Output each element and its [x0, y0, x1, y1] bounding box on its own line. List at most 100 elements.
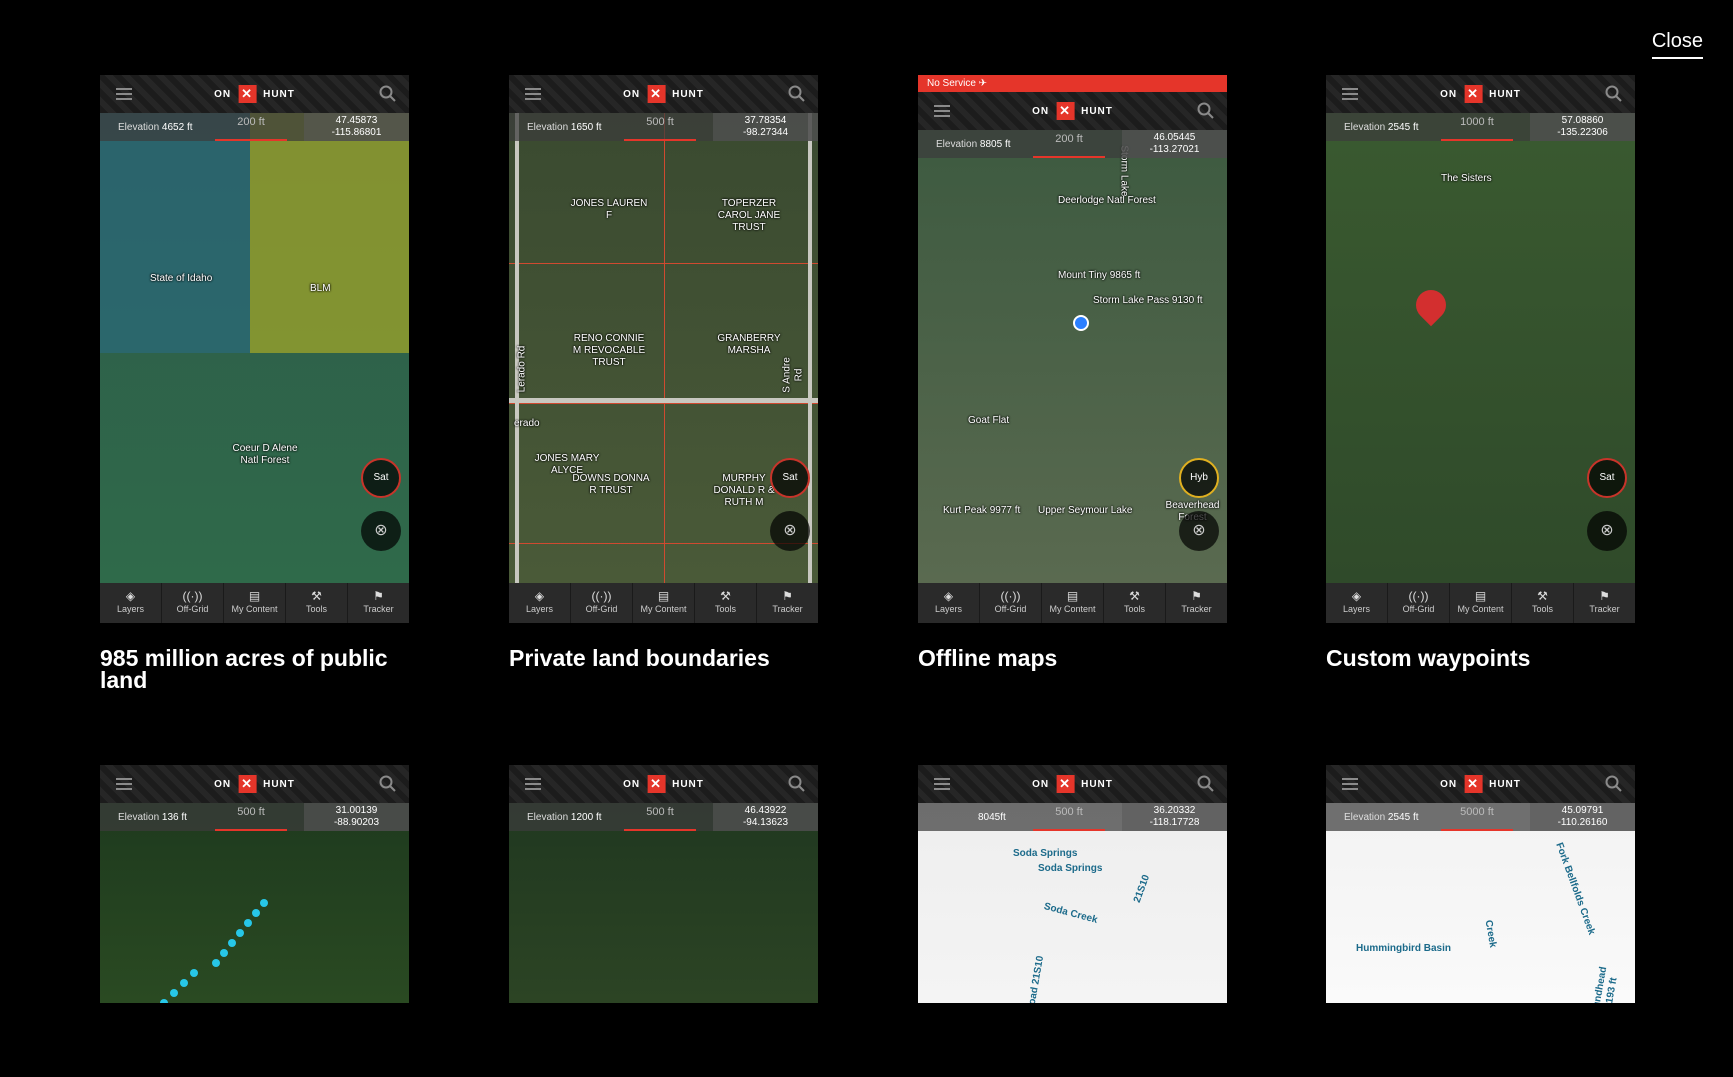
- map-view[interactable]: [100, 803, 409, 1003]
- coordinates-readout[interactable]: 47.45873 -115.86801: [304, 113, 409, 141]
- tab-layers[interactable]: ◈ Layers: [509, 583, 571, 623]
- map-scale: 200 ft: [1033, 130, 1105, 158]
- feature-card[interactable]: ON ✕ HUNT Soda Springs Soda Springs Soda Cree…: [918, 765, 1227, 1003]
- folder-icon: ▤: [1474, 589, 1487, 603]
- elevation-readout: Elevation 2545 ft: [1344, 812, 1419, 823]
- search-icon[interactable]: [1197, 775, 1215, 793]
- coordinates-readout[interactable]: 46.05445 -113.27021: [1122, 130, 1227, 158]
- map-view[interactable]: Hummingbird BasinHummingbird Peak 10010 …: [1326, 803, 1635, 1003]
- tracker-icon: ⚑: [1191, 589, 1202, 603]
- feature-caption: 985 million acres of public land: [100, 645, 388, 693]
- map-view[interactable]: Executive Acres Rd: [509, 803, 818, 1003]
- menu-icon[interactable]: [525, 778, 541, 790]
- map-view[interactable]: Soda Springs Soda Springs Soda Creek 21S10 R…: [918, 803, 1227, 1003]
- menu-icon[interactable]: [934, 778, 950, 790]
- phone-screenshot: ON ✕ HUNT State of Idaho BLM Coeur D Alene Na…: [100, 75, 409, 623]
- map-view[interactable]: Storm Lake Deerlodge Natl Forest Mount Tin…: [918, 130, 1227, 583]
- bottom-tab-bar: ◈ Layers ((·)) Off-Grid ▤ My Content ⚒ Tools ⚑ Tr…: [918, 583, 1227, 623]
- phone-screenshot: ON ✕ HUNT The Sisters Sat ⊗ Elevation 2545 ft 1…: [1326, 75, 1635, 623]
- locate-icon[interactable]: ⊗: [1179, 511, 1219, 551]
- tab-my-content[interactable]: ▤ My Content: [1042, 583, 1104, 623]
- tab-tracker[interactable]: ⚑ Tracker: [757, 583, 818, 623]
- tab-off-grid[interactable]: ((·)) Off-Grid: [162, 583, 224, 623]
- bottom-tab-bar: ◈ Layers ((·)) Off-Grid ▤ My Content ⚒ Tools ⚑ Tr…: [509, 583, 818, 623]
- menu-icon[interactable]: [525, 88, 541, 100]
- tab-my-content[interactable]: ▤ My Content: [633, 583, 695, 623]
- coordinates-readout[interactable]: 37.78354 -98.27344: [713, 113, 818, 141]
- locate-icon[interactable]: ⊗: [770, 511, 810, 551]
- tab-off-grid[interactable]: ((·)) Off-Grid: [980, 583, 1042, 623]
- coordinates-readout[interactable]: 31.00139 -88.90203: [304, 803, 409, 831]
- feature-card[interactable]: ON ✕ HUNT The Sisters Sat ⊗ Elevation 2545 ft 1…: [1326, 75, 1635, 671]
- tab-off-grid[interactable]: ((·)) Off-Grid: [1388, 583, 1450, 623]
- tab-tools[interactable]: ⚒ Tools: [286, 583, 348, 623]
- elevation-info-bar: Elevation 136 ft 500 ft 31.00139 -88.90203: [100, 803, 409, 831]
- search-icon[interactable]: [788, 85, 806, 103]
- feature-card[interactable]: ON ✕ HUNT State of Idaho BLM Coeur D Alene Na…: [100, 75, 409, 693]
- map-scale: 500 ft: [624, 113, 696, 141]
- tab-tools[interactable]: ⚒ Tools: [1104, 583, 1166, 623]
- close-button[interactable]: Close: [1651, 30, 1703, 59]
- onx-hunt-logo: ON ✕ HUNT: [1440, 85, 1521, 103]
- app-header: ON ✕ HUNT: [1326, 75, 1635, 113]
- map-label: Deerlodge Natl Forest: [1058, 195, 1156, 206]
- elevation-readout: Elevation 2545 ft: [1344, 122, 1419, 133]
- feature-card[interactable]: ON✕HUNT Hummingbird BasinHummingbird Peak…: [1326, 765, 1635, 1003]
- search-icon[interactable]: [1605, 775, 1623, 793]
- coordinates-readout[interactable]: 36.20332 -118.17728: [1122, 803, 1227, 831]
- feature-card[interactable]: No Service ✈ ON ✕ HUNT Storm Lake Deerlodge N…: [918, 75, 1227, 670]
- search-icon[interactable]: [788, 775, 806, 793]
- search-icon[interactable]: [379, 85, 397, 103]
- tab-tracker[interactable]: ⚑ Tracker: [1166, 583, 1227, 623]
- map-label: The Sisters: [1441, 173, 1492, 184]
- map-mode-button[interactable]: Sat: [361, 458, 401, 498]
- app-header: ON ✕ HUNT: [918, 765, 1227, 803]
- onx-hunt-logo: ON ✕ HUNT: [1032, 102, 1113, 120]
- menu-icon[interactable]: [1342, 88, 1358, 100]
- menu-icon[interactable]: [116, 778, 132, 790]
- map-label: TOPERZER CAROL JANE TRUST: [717, 198, 781, 233]
- tab-layers[interactable]: ◈ Layers: [918, 583, 980, 623]
- map-view[interactable]: The Sisters Sat ⊗: [1326, 113, 1635, 583]
- tab-tracker[interactable]: ⚑ Tracker: [348, 583, 409, 623]
- map-scale: 500 ft: [215, 803, 287, 831]
- coordinates-readout[interactable]: 46.43922 -94.13623: [713, 803, 818, 831]
- feature-caption: Custom waypoints: [1326, 645, 1531, 671]
- tab-my-content[interactable]: ▤ My Content: [224, 583, 286, 623]
- map-view[interactable]: State of Idaho BLM Coeur D Alene Natl Fore…: [100, 113, 409, 583]
- tab-my-content[interactable]: ▤ My Content: [1450, 583, 1512, 623]
- locate-icon[interactable]: ⊗: [1587, 511, 1627, 551]
- feature-card[interactable]: ON✕HUNT Executive Acres RdElevation 1200 …: [509, 765, 818, 1003]
- map-label: 21S10: [1131, 873, 1153, 905]
- menu-icon[interactable]: [1342, 778, 1358, 790]
- phone-screenshot: ON ✕ HUNT Elevation 136 ft 500 ft 31.00139 -88…: [100, 765, 409, 1003]
- search-icon[interactable]: [1605, 85, 1623, 103]
- map-scale: 5000 ft: [1441, 803, 1513, 831]
- layers-icon: ◈: [943, 589, 954, 603]
- elevation-readout: Elevation 1650 ft: [527, 122, 602, 133]
- waypoint-pin-icon[interactable]: [1409, 283, 1453, 327]
- feature-card[interactable]: ON ✕ HUNT Elevation 136 ft 500 ft 31.00139 -88…: [100, 765, 409, 1003]
- map-view[interactable]: JONES LAUREN F TOPERZER CAROL JANE TRUST R…: [509, 113, 818, 583]
- map-label: erado: [514, 418, 540, 429]
- tab-layers[interactable]: ◈ Layers: [1326, 583, 1388, 623]
- tab-tools[interactable]: ⚒ Tools: [695, 583, 757, 623]
- search-icon[interactable]: [1197, 102, 1215, 120]
- menu-icon[interactable]: [116, 88, 132, 100]
- menu-icon[interactable]: [934, 105, 950, 117]
- locate-icon[interactable]: ⊗: [361, 511, 401, 551]
- tab-tools[interactable]: ⚒ Tools: [1512, 583, 1574, 623]
- tab-off-grid[interactable]: ((·)) Off-Grid: [571, 583, 633, 623]
- current-location-dot: [1073, 315, 1089, 331]
- tab-tracker[interactable]: ⚑ Tracker: [1574, 583, 1635, 623]
- feature-card[interactable]: ON ✕ HUNT JONES LAUREN F TOPERZER CAROL JANE…: [509, 75, 818, 670]
- elevation-info-bar: Elevation 1200 ft 500 ft 46.43922 -94.13623: [509, 803, 818, 831]
- map-mode-button[interactable]: Hyb: [1179, 458, 1219, 498]
- coordinates-readout[interactable]: 57.08860 -135.22306: [1530, 113, 1635, 141]
- coordinates-readout[interactable]: 45.09791 -110.26160: [1530, 803, 1635, 831]
- phone-screenshot: No Service ✈ ON ✕ HUNT Storm Lake Deerlodge N…: [918, 75, 1227, 623]
- map-mode-button[interactable]: Sat: [770, 458, 810, 498]
- search-icon[interactable]: [379, 775, 397, 793]
- tab-layers[interactable]: ◈ Layers: [100, 583, 162, 623]
- map-mode-button[interactable]: Sat: [1587, 458, 1627, 498]
